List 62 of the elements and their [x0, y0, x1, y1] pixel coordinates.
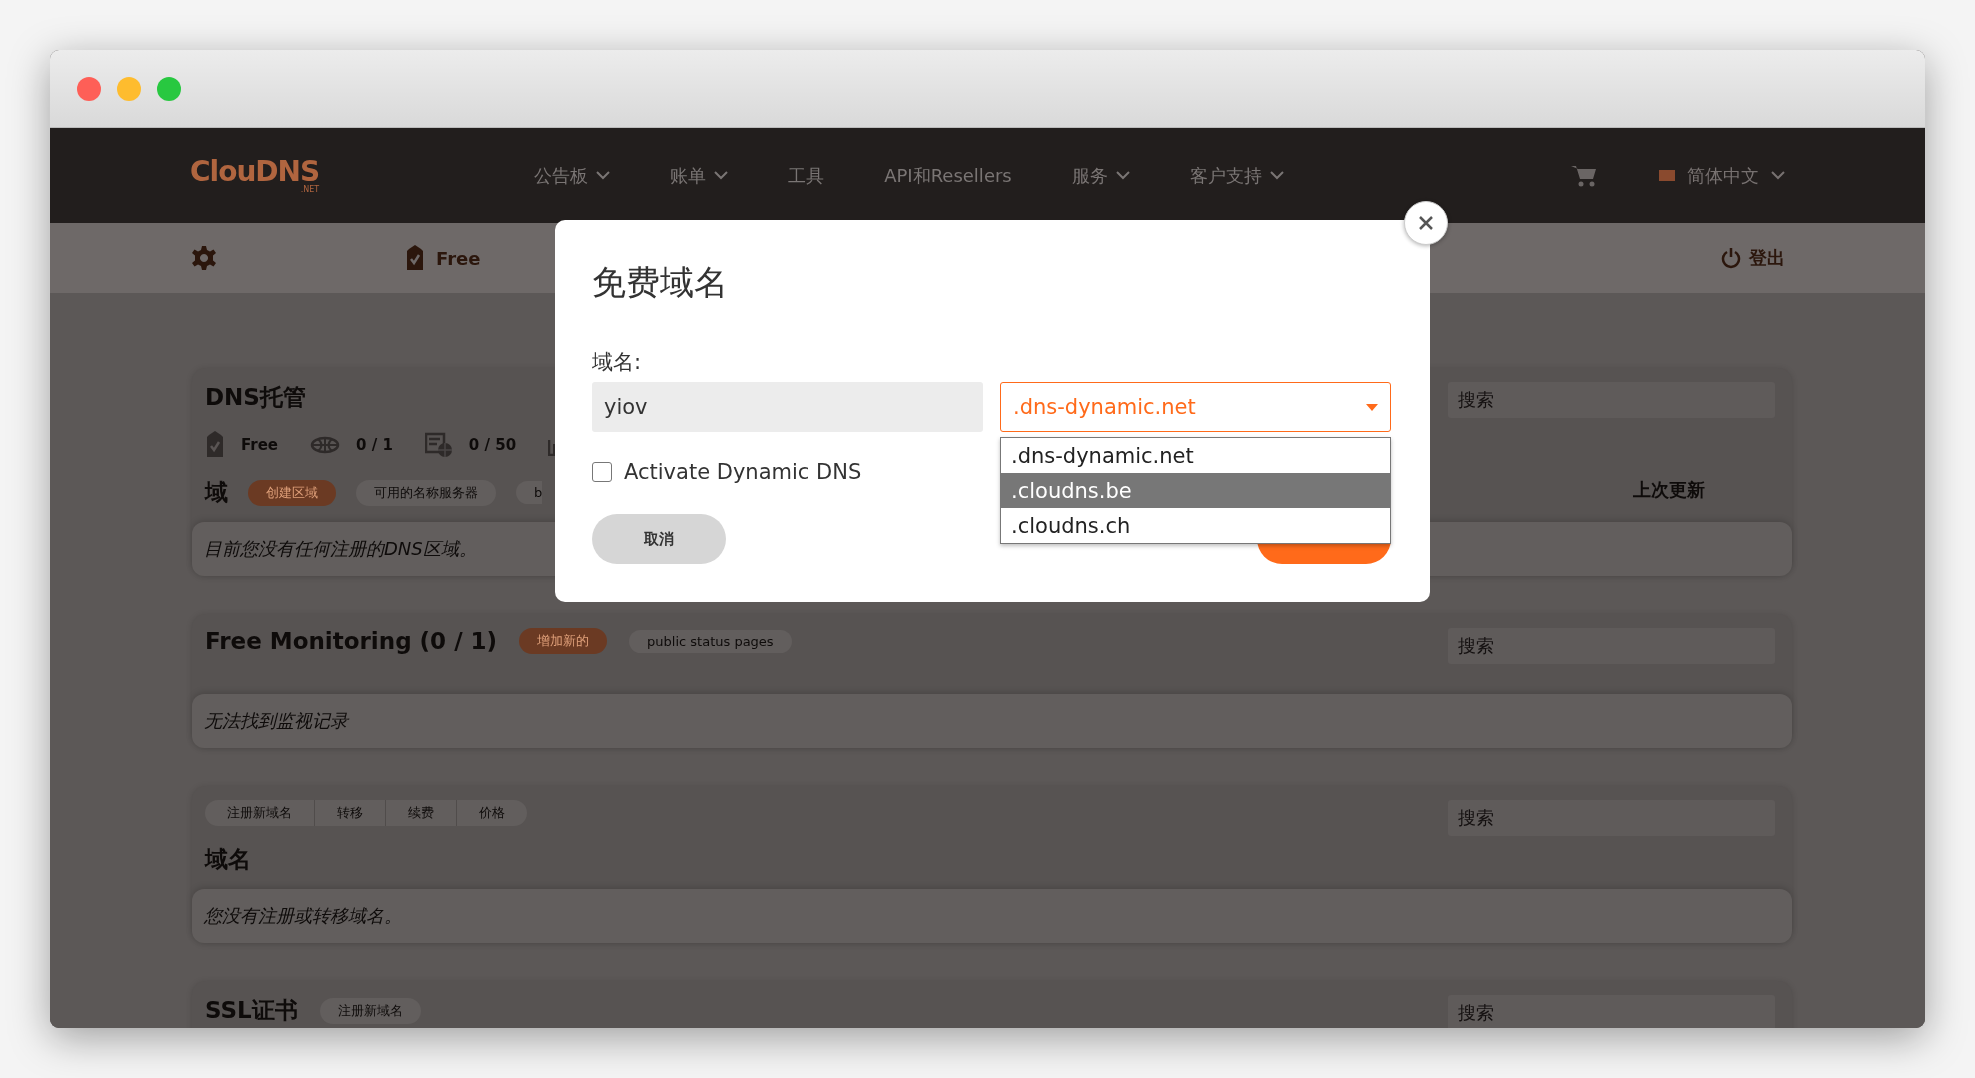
search-field[interactable]: 搜索	[1448, 628, 1775, 664]
caret-icon	[714, 171, 729, 180]
section-title: 域名	[205, 845, 251, 874]
logout-button[interactable]: 登出	[1721, 246, 1785, 270]
tab[interactable]: 转移	[315, 800, 386, 826]
empty-message: 无法找到监视记录	[204, 709, 348, 733]
caret-icon	[596, 171, 611, 180]
window-button[interactable]	[77, 76, 101, 101]
empty-message: 目前您没有任何注册的DNS区域。	[204, 537, 477, 561]
price-tag-icon	[205, 431, 225, 459]
zone-select[interactable]: .dns-dynamic.net	[1000, 382, 1391, 432]
price-tag-icon	[406, 245, 424, 271]
search-field[interactable]: 搜索	[1448, 995, 1775, 1028]
nav-item[interactable]: 账单	[670, 163, 729, 188]
gear-icon[interactable]	[192, 246, 216, 270]
nav-item[interactable]: 工具	[788, 163, 825, 188]
stat-value: Free	[241, 436, 279, 454]
cancel-button[interactable]: 取消	[592, 514, 726, 564]
close-icon	[1418, 215, 1434, 231]
action-button[interactable]: 创建区域	[248, 479, 336, 506]
section-title: Free Monitoring (0 / 1)	[205, 628, 498, 654]
caret-icon	[1366, 403, 1378, 411]
caret-icon	[1115, 171, 1130, 180]
subsection-title: 域	[205, 478, 228, 507]
power-icon	[1721, 247, 1741, 269]
section-title: DNS托管	[205, 383, 306, 412]
tab[interactable]: 价格	[457, 800, 527, 826]
nav-item[interactable]: 公告板	[534, 163, 611, 188]
tab[interactable]: 注册新域名	[205, 800, 315, 826]
stat-value: 0 / 50	[468, 436, 517, 454]
pill-button[interactable]: 可用的名称服务器	[356, 479, 496, 506]
pill-button[interactable]: b	[516, 481, 543, 504]
search-field[interactable]: 搜索	[1448, 382, 1775, 418]
dropdown-option[interactable]: .cloudns.ch	[1001, 508, 1390, 543]
nav-item[interactable]: 服务	[1071, 163, 1130, 188]
logo[interactable]: ClouDNS .NET	[190, 157, 320, 194]
nav-item[interactable]: API和Resellers	[884, 163, 1012, 188]
caret-icon	[1771, 171, 1785, 180]
column-header: 上次更新	[1633, 478, 1705, 502]
dropdown-option[interactable]: .dns-dynamic.net	[1001, 438, 1390, 473]
pill-button[interactable]: public status pages	[629, 629, 792, 653]
server-globe-icon	[424, 432, 453, 458]
pill-button[interactable]: 注册新域名	[319, 997, 421, 1024]
nav-item[interactable]: 客户支持	[1189, 163, 1284, 188]
window-button[interactable]	[157, 76, 181, 101]
plan-label: Free	[436, 247, 481, 269]
globe-icon	[310, 434, 341, 456]
cart-icon[interactable]	[1571, 163, 1597, 188]
caret-icon	[1269, 171, 1284, 180]
domain-input[interactable]: yiov	[592, 382, 983, 432]
empty-message: 您没有注册或转移域名。	[204, 904, 402, 928]
dialog-title: 免费域名	[592, 261, 729, 304]
flag-icon	[1659, 170, 1675, 181]
language-selector[interactable]: 简体中文	[1659, 163, 1785, 188]
tab[interactable]: 续费	[386, 800, 457, 826]
action-button[interactable]: 增加新的	[519, 628, 608, 654]
field-label: 域名:	[592, 349, 643, 376]
checkbox[interactable]	[592, 462, 612, 482]
search-field[interactable]: 搜索	[1448, 800, 1775, 836]
stat-value: 0 / 1	[356, 436, 393, 454]
section-title: SSL证书	[205, 996, 298, 1025]
dropdown-option[interactable]: .cloudns.be	[1001, 473, 1390, 508]
